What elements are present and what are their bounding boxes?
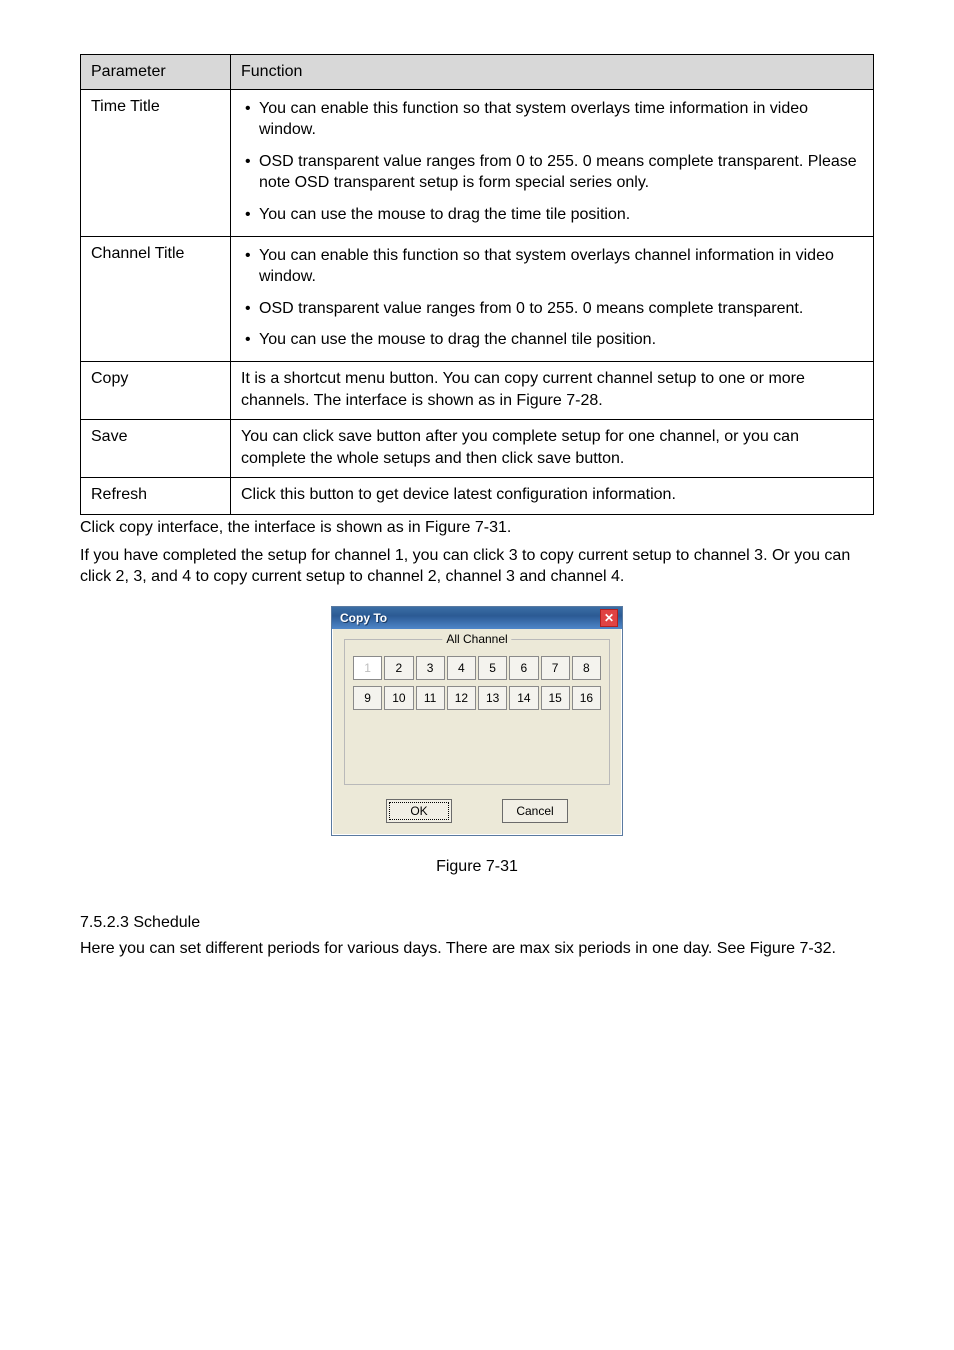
- channel-button-11[interactable]: 11: [416, 686, 445, 710]
- cell-func: Click this button to get device latest c…: [231, 478, 874, 515]
- channel-button-5[interactable]: 5: [478, 656, 507, 680]
- channel-button-3[interactable]: 3: [416, 656, 445, 680]
- cell-func: You can enable this function so that sys…: [231, 89, 874, 236]
- th-parameter: Parameter: [81, 55, 231, 90]
- body-text: Click copy interface, the interface is s…: [80, 517, 874, 539]
- channel-button-8[interactable]: 8: [572, 656, 601, 680]
- body-text: If you have completed the setup for chan…: [80, 545, 874, 588]
- channel-button-4[interactable]: 4: [447, 656, 476, 680]
- channel-button-9[interactable]: 9: [353, 686, 382, 710]
- parameter-table: Parameter Function Time Title You can en…: [80, 54, 874, 515]
- channel-button-13[interactable]: 13: [478, 686, 507, 710]
- cell-param: Channel Title: [81, 236, 231, 361]
- channel-button-2[interactable]: 2: [384, 656, 413, 680]
- cell-param: Time Title: [81, 89, 231, 236]
- channel-button-14[interactable]: 14: [509, 686, 538, 710]
- channel-button-12[interactable]: 12: [447, 686, 476, 710]
- channel-row-1: 1 2 3 4 5 6 7 8: [353, 656, 601, 680]
- table-row: Refresh Click this button to get device …: [81, 478, 874, 515]
- dialog-titlebar[interactable]: Copy To ✕: [332, 607, 622, 629]
- bullet: You can enable this function so that sys…: [259, 243, 863, 290]
- channel-button-16[interactable]: 16: [572, 686, 601, 710]
- bullet: You can use the mouse to drag the time t…: [259, 202, 863, 228]
- bullet: OSD transparent value ranges from 0 to 2…: [259, 149, 863, 196]
- bullet: OSD transparent value ranges from 0 to 2…: [259, 296, 863, 322]
- section-heading: 7.5.2.3 Schedule: [80, 914, 874, 932]
- figure-caption: Figure 7-31: [80, 858, 874, 876]
- table-row: Channel Title You can enable this functi…: [81, 236, 874, 361]
- copy-to-dialog: Copy To ✕ All Channel 1 2 3 4 5: [331, 606, 623, 836]
- table-row: Time Title You can enable this function …: [81, 89, 874, 236]
- table-row: Copy It is a shortcut menu button. You c…: [81, 361, 874, 419]
- group-label: All Channel: [442, 632, 511, 646]
- close-x: ✕: [604, 612, 614, 624]
- channel-button-10[interactable]: 10: [384, 686, 413, 710]
- th-function: Function: [231, 55, 874, 90]
- cell-func: You can click save button after you comp…: [231, 420, 874, 478]
- channel-button-1[interactable]: 1: [353, 656, 382, 680]
- bullet: You can enable this function so that sys…: [259, 96, 863, 143]
- channel-row-2: 9 10 11 12 13 14 15 16: [353, 686, 601, 710]
- ok-button[interactable]: OK: [386, 799, 452, 823]
- cell-func: It is a shortcut menu button. You can co…: [231, 361, 874, 419]
- table-row: Save You can click save button after you…: [81, 420, 874, 478]
- all-channel-group: All Channel 1 2 3 4 5 6 7 8: [344, 639, 610, 785]
- dialog-title: Copy To: [340, 611, 387, 625]
- cancel-button[interactable]: Cancel: [502, 799, 568, 823]
- cell-func: You can enable this function so that sys…: [231, 236, 874, 361]
- channel-button-15[interactable]: 15: [541, 686, 570, 710]
- cell-param: Refresh: [81, 478, 231, 515]
- channel-button-7[interactable]: 7: [541, 656, 570, 680]
- bullet: You can use the mouse to drag the channe…: [259, 327, 863, 353]
- cell-param: Copy: [81, 361, 231, 419]
- cell-param: Save: [81, 420, 231, 478]
- channel-button-6[interactable]: 6: [509, 656, 538, 680]
- close-icon[interactable]: ✕: [600, 609, 618, 627]
- section-text: Here you can set different periods for v…: [80, 938, 874, 960]
